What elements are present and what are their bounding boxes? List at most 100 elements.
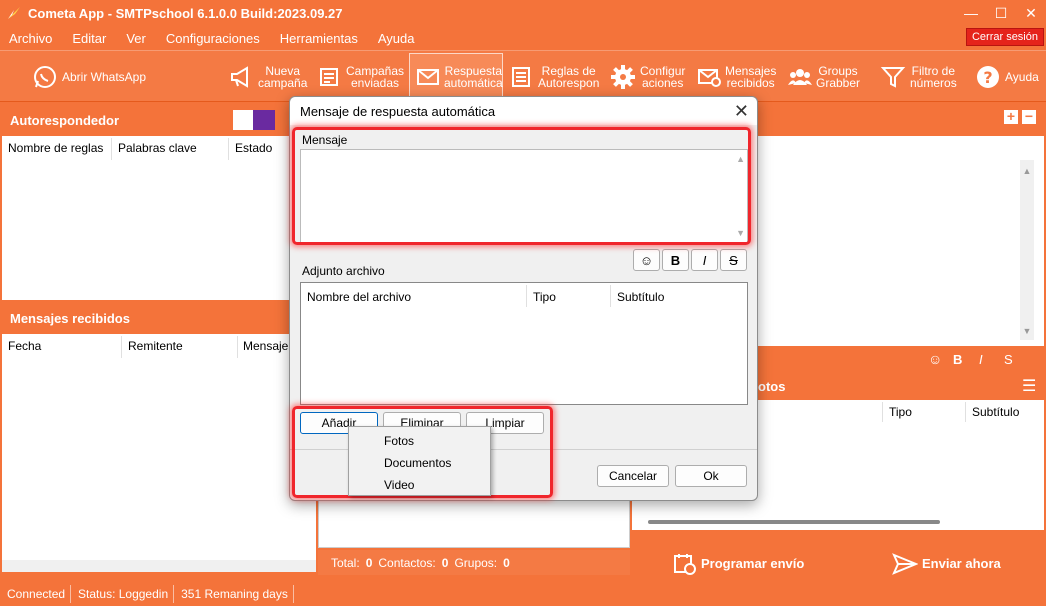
emoji-button[interactable]: ☺ xyxy=(633,249,660,271)
groups-grabber-button[interactable]: Groups Grabber xyxy=(788,53,860,101)
logout-button[interactable]: Cerrar sesión xyxy=(965,28,1044,46)
rules-col-keywords[interactable]: Palabras clave xyxy=(118,141,197,155)
add-context-menu: Fotos Documentos Video xyxy=(348,426,491,496)
rules-label-2: Autorespon xyxy=(538,76,600,90)
maximize-button[interactable]: ☐ xyxy=(986,0,1016,26)
received-label-2: recibidos xyxy=(726,76,775,90)
received-col-message[interactable]: Mensaje xyxy=(243,339,288,353)
ok-button[interactable]: Ok xyxy=(675,465,747,487)
minimize-button[interactable]: — xyxy=(956,0,986,26)
new-campaign-label-2: campaña xyxy=(258,76,308,90)
message-highlight-box xyxy=(292,127,751,245)
menu-herramientas[interactable]: Herramientas xyxy=(271,31,367,46)
right-col-type[interactable]: Tipo xyxy=(889,405,912,419)
menu-bar: Archivo Editar Ver Configuraciones Herra… xyxy=(0,26,1046,50)
gear-icon xyxy=(611,65,635,89)
bold-button[interactable]: B xyxy=(662,249,689,271)
new-campaign-button[interactable]: Nueva campaña xyxy=(228,53,307,101)
attach-col-type[interactable]: Tipo xyxy=(533,290,556,304)
received-hscrollbar[interactable] xyxy=(2,560,316,572)
received-messages-title: Mensajes recibidos xyxy=(10,310,130,326)
calendar-clock-icon xyxy=(674,554,696,575)
groups-label: Grupos: xyxy=(454,555,498,570)
sent-campaigns-button[interactable]: Campañas enviadas xyxy=(318,53,404,101)
comet-app-icon xyxy=(8,7,20,19)
scroll-up-arrow-icon[interactable]: ▲ xyxy=(1020,166,1034,176)
open-whatsapp-button[interactable]: Abrir WhatsApp xyxy=(32,53,146,101)
bold-icon[interactable]: B xyxy=(953,352,962,367)
color-swatch-purple[interactable] xyxy=(253,110,275,130)
filter-label-2: números xyxy=(910,76,957,90)
totals-bar: Total: 0 Contactos: 0 Grupos: 0 xyxy=(318,550,630,575)
autoresponder-title: Autorespondedor xyxy=(10,112,120,128)
help-label: Ayuda xyxy=(1005,70,1039,84)
total-label: Total: xyxy=(331,555,360,570)
right-hscroll-thumb[interactable] xyxy=(648,520,940,524)
attach-col-filename[interactable]: Nombre del archivo xyxy=(307,290,411,304)
status-remaining-days: 351 Remaning days xyxy=(176,585,294,603)
dialog-close-icon[interactable]: ✕ xyxy=(734,101,749,122)
menu-ayuda[interactable]: Ayuda xyxy=(369,31,424,46)
emoji-icon[interactable]: ☺ xyxy=(928,351,942,367)
attachments-table[interactable]: Nombre del archivo Tipo Subtítulo xyxy=(300,282,748,405)
dialog-title-bar: Mensaje de respuesta automática ✕ xyxy=(290,97,757,125)
italic-button[interactable]: I xyxy=(691,249,718,271)
send-now-button[interactable]: Enviar ahora xyxy=(892,540,1001,588)
megaphone-icon xyxy=(231,66,248,88)
groups-value: 0 xyxy=(503,555,510,570)
hamburger-icon[interactable]: ☰ xyxy=(1022,376,1036,396)
close-window-button[interactable]: ✕ xyxy=(1016,0,1046,26)
status-login: Status: Loggedin xyxy=(73,585,175,603)
auto-reply-button[interactable]: Respuesta automática xyxy=(409,53,503,101)
auto-reply-label-2: automática xyxy=(444,76,503,90)
schedule-send-button[interactable]: Programar envío xyxy=(673,540,804,588)
title-bar: Cometa App - SMTPschool 6.1.0.0 Build:20… xyxy=(0,0,1046,26)
received-messages-button[interactable]: Mensajes recibidos xyxy=(697,53,776,101)
whatsapp-icon xyxy=(34,66,56,88)
plus-icon[interactable]: + xyxy=(1004,109,1018,124)
help-button[interactable]: ? Ayuda xyxy=(975,53,1039,101)
envelope-icon xyxy=(417,69,439,85)
rules-list-icon xyxy=(512,67,530,87)
menu-ver[interactable]: Ver xyxy=(117,31,155,46)
groups-label-2: Grabber xyxy=(816,76,861,90)
rules-col-name[interactable]: Nombre de reglas xyxy=(8,141,103,155)
right-col-caption[interactable]: Subtítulo xyxy=(972,405,1019,419)
attach-col-caption[interactable]: Subtítulo xyxy=(617,290,664,304)
attachment-label: Adjunto archivo xyxy=(302,264,385,278)
rules-table[interactable] xyxy=(2,136,316,300)
color-swatch-white[interactable] xyxy=(233,110,253,130)
autoresponder-rules-button[interactable]: Reglas de Autorespon xyxy=(510,53,599,101)
main-toolbar: Abrir WhatsApp Nueva campaña Campañas envi… xyxy=(0,50,1046,102)
rules-col-status[interactable]: Estado xyxy=(235,141,272,155)
menu-item-documents[interactable]: Documentos xyxy=(384,456,451,470)
italic-icon[interactable]: I xyxy=(979,352,983,367)
menu-archivo[interactable]: Archivo xyxy=(0,31,61,46)
funnel-icon xyxy=(880,67,906,88)
number-filter-button[interactable]: Filtro de números xyxy=(880,53,957,101)
received-col-date[interactable]: Fecha xyxy=(8,339,41,353)
menu-item-photos[interactable]: Fotos xyxy=(384,434,414,448)
strike-icon[interactable]: S xyxy=(1004,352,1013,367)
photos-partial-title: otos xyxy=(758,379,786,394)
received-messages-header: Mensajes recibidos xyxy=(2,302,316,334)
svg-text:?: ? xyxy=(983,68,992,87)
received-table[interactable] xyxy=(2,334,316,570)
total-value: 0 xyxy=(365,555,373,570)
campaign-list-icon xyxy=(320,68,338,86)
menu-item-video[interactable]: Video xyxy=(384,478,414,492)
settings-label-2: aciones xyxy=(641,76,684,90)
menu-editar[interactable]: Editar xyxy=(63,31,115,46)
group-users-icon xyxy=(788,69,812,85)
paper-plane-icon xyxy=(892,553,918,575)
menu-configuraciones[interactable]: Configuraciones xyxy=(157,31,269,46)
right-vscrollbar[interactable]: ▲ ▼ xyxy=(1020,160,1034,340)
help-icon: ? xyxy=(977,66,999,88)
middle-panel xyxy=(318,500,630,548)
minus-icon[interactable]: − xyxy=(1022,109,1036,124)
scroll-down-arrow-icon[interactable]: ▼ xyxy=(1020,326,1034,336)
settings-button[interactable]: Configur aciones xyxy=(610,53,685,101)
received-col-sender[interactable]: Remitente xyxy=(128,339,183,353)
cancel-button[interactable]: Cancelar xyxy=(597,465,669,487)
strikethrough-button[interactable]: S xyxy=(720,249,747,271)
